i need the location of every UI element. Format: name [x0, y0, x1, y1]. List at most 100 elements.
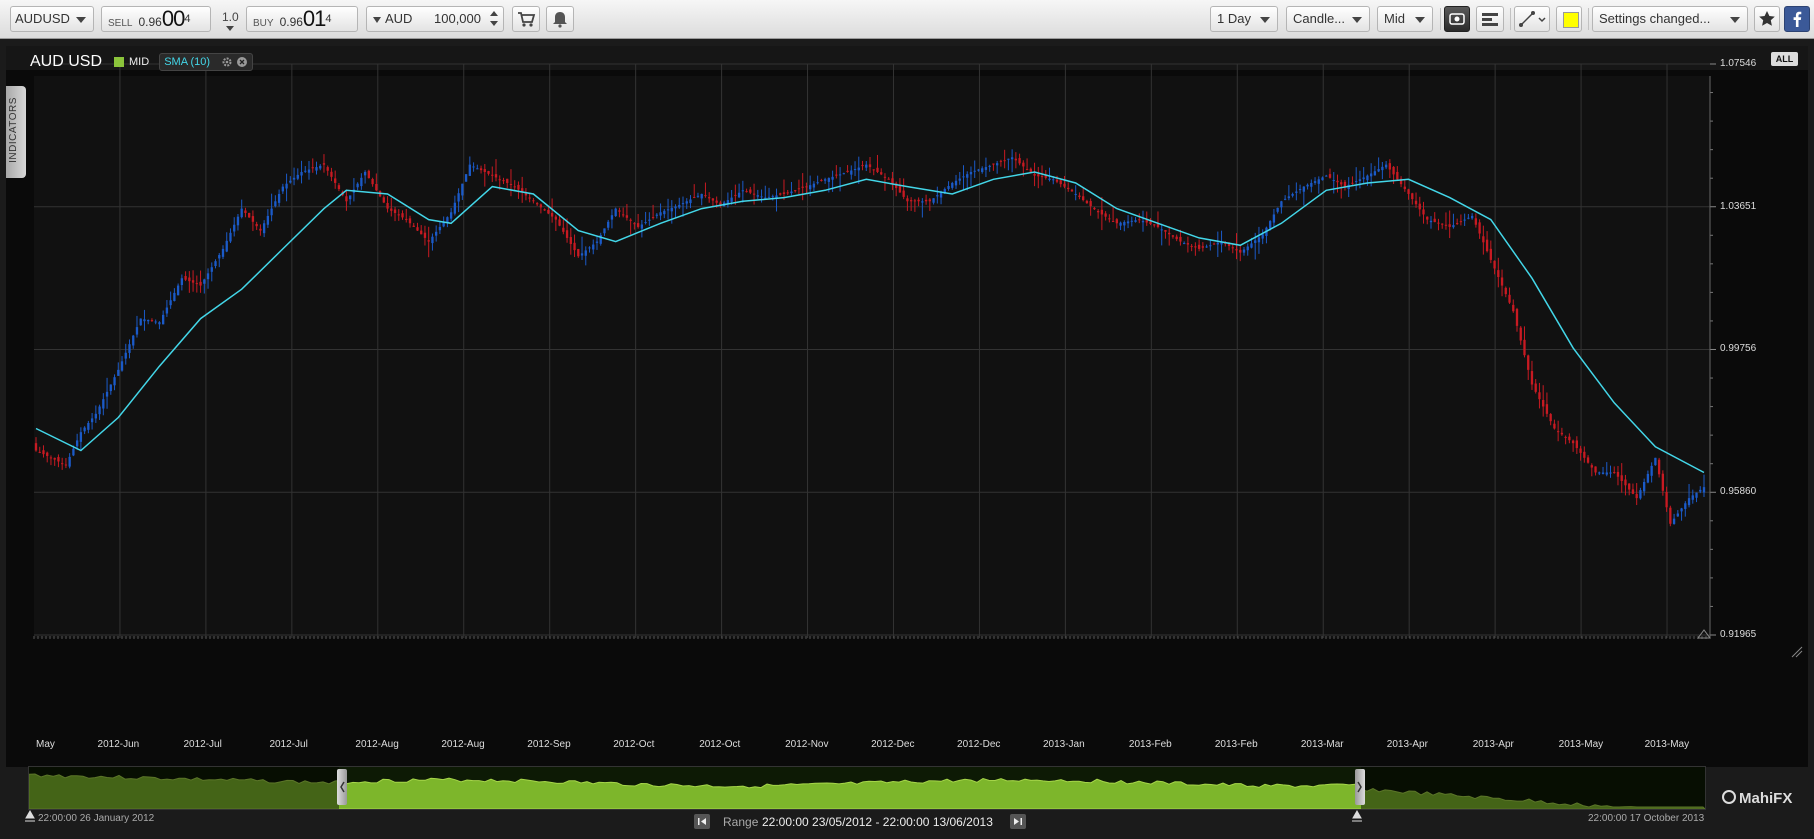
candle-body [629, 219, 632, 221]
quantity-field[interactable]: AUD 100,000 [366, 6, 504, 32]
indicators-tab[interactable]: INDICATORS [6, 86, 26, 178]
candle-body [132, 335, 135, 346]
candle-body [1366, 175, 1369, 181]
candle-body [1111, 221, 1115, 223]
candle-body [386, 202, 389, 209]
candle-body [476, 168, 479, 170]
candle-body [693, 197, 696, 199]
jump-end-button[interactable] [1010, 814, 1026, 829]
candle-body [1527, 355, 1530, 370]
candle-body [1010, 157, 1014, 160]
draw-tools-button[interactable] [1514, 6, 1550, 32]
sma-indicator-chip[interactable]: SMA (10) [159, 53, 254, 71]
candle-body [517, 184, 520, 190]
candle-body [569, 237, 572, 245]
candle-body [139, 318, 142, 326]
candle-body [431, 236, 434, 244]
candle-body [1639, 490, 1642, 499]
buy-price-pips: 01 [302, 6, 327, 31]
candle-body [218, 255, 221, 259]
candle-body [79, 432, 83, 442]
candle-body [1444, 224, 1448, 226]
candle-body [464, 174, 468, 182]
quantity-down-icon[interactable] [490, 21, 498, 26]
candle-body [932, 198, 935, 203]
symbol-select[interactable]: AUDUSD [10, 6, 94, 32]
range-handle-right[interactable] [1355, 769, 1365, 805]
candle-body [1126, 221, 1130, 224]
candle-body [472, 166, 475, 168]
candle-body [1631, 489, 1635, 494]
candle-body [1171, 235, 1175, 237]
favorite-button[interactable] [1754, 6, 1780, 32]
pair-title: AUD USD [30, 53, 103, 70]
range-handle-left[interactable] [337, 769, 347, 805]
currency-chevron-icon[interactable] [373, 17, 381, 23]
quantity-up-icon[interactable] [490, 11, 498, 16]
candle-body [221, 248, 225, 257]
candle-body [1276, 207, 1279, 212]
candle-body [397, 214, 400, 216]
candle-body [670, 207, 673, 212]
candle-body [1680, 508, 1683, 512]
candle-body [158, 322, 161, 325]
candle-body [1654, 457, 1657, 466]
spread-arrow-icon [226, 26, 234, 31]
candle-body [1508, 294, 1511, 303]
timeframe-select[interactable]: 1 Day [1210, 6, 1278, 32]
chevron-down-icon [1730, 17, 1740, 23]
all-button[interactable]: ALL [1771, 52, 1798, 66]
candle-body [345, 196, 348, 202]
gear-icon[interactable] [221, 56, 233, 68]
x-tick-label: May [36, 739, 55, 750]
candle-body [1373, 171, 1377, 176]
candle-body [820, 179, 823, 181]
layout-button[interactable] [1476, 6, 1504, 32]
candle-body [401, 213, 404, 218]
cart-button[interactable] [512, 6, 540, 32]
toolbar: AUDUSD SELL 0.96004 1.0 BUY 0.96014 AUD 10… [0, 0, 1814, 39]
candle-body [640, 224, 644, 229]
color-swatch [1563, 12, 1579, 28]
x-tick-label: 2013-Mar [1300, 739, 1344, 750]
buy-button[interactable]: BUY 0.96014 [246, 6, 358, 32]
candle-body [1082, 196, 1085, 201]
resize-handle-icon[interactable] [1791, 646, 1803, 658]
candle-body [468, 164, 471, 176]
close-icon[interactable] [236, 56, 248, 68]
candle-body [1194, 246, 1197, 248]
candle-body [1575, 440, 1579, 449]
candle-body [1702, 487, 1706, 493]
alert-button[interactable] [546, 6, 574, 32]
candle-body [360, 177, 363, 187]
candle-body [1242, 249, 1246, 253]
candle-body [1283, 198, 1287, 200]
price-type-select[interactable]: Mid [1377, 6, 1433, 32]
x-tick-label: 2012-Sep [527, 739, 571, 750]
facebook-button[interactable] [1784, 6, 1810, 32]
candle-body [1553, 423, 1556, 429]
candle-body [1025, 169, 1029, 171]
jump-start-button[interactable] [694, 814, 710, 829]
candle-body [1646, 473, 1650, 483]
settings-select[interactable]: Settings changed... [1592, 6, 1748, 32]
quantity-value[interactable]: 100,000 [434, 7, 481, 31]
candle-body [1661, 473, 1665, 491]
color-picker-button[interactable] [1556, 6, 1582, 32]
start-marker-icon[interactable] [24, 810, 36, 822]
candle-body [169, 300, 172, 306]
sell-button[interactable]: SELL 0.96004 [101, 6, 211, 32]
candle-body [348, 195, 352, 200]
end-marker-icon[interactable] [1351, 810, 1363, 822]
candle-body [685, 201, 688, 204]
candle-body [1441, 223, 1444, 225]
candle-body [936, 195, 939, 197]
candle-body [745, 191, 748, 193]
view-toggle-button[interactable] [1444, 6, 1470, 32]
navigator[interactable] [28, 766, 1707, 810]
candlestick-chart[interactable] [6, 46, 1808, 767]
candle-body [659, 212, 662, 216]
skip-forward-icon [1014, 818, 1022, 825]
candle-body [868, 164, 872, 168]
chart-type-select[interactable]: Candle... [1286, 6, 1370, 32]
